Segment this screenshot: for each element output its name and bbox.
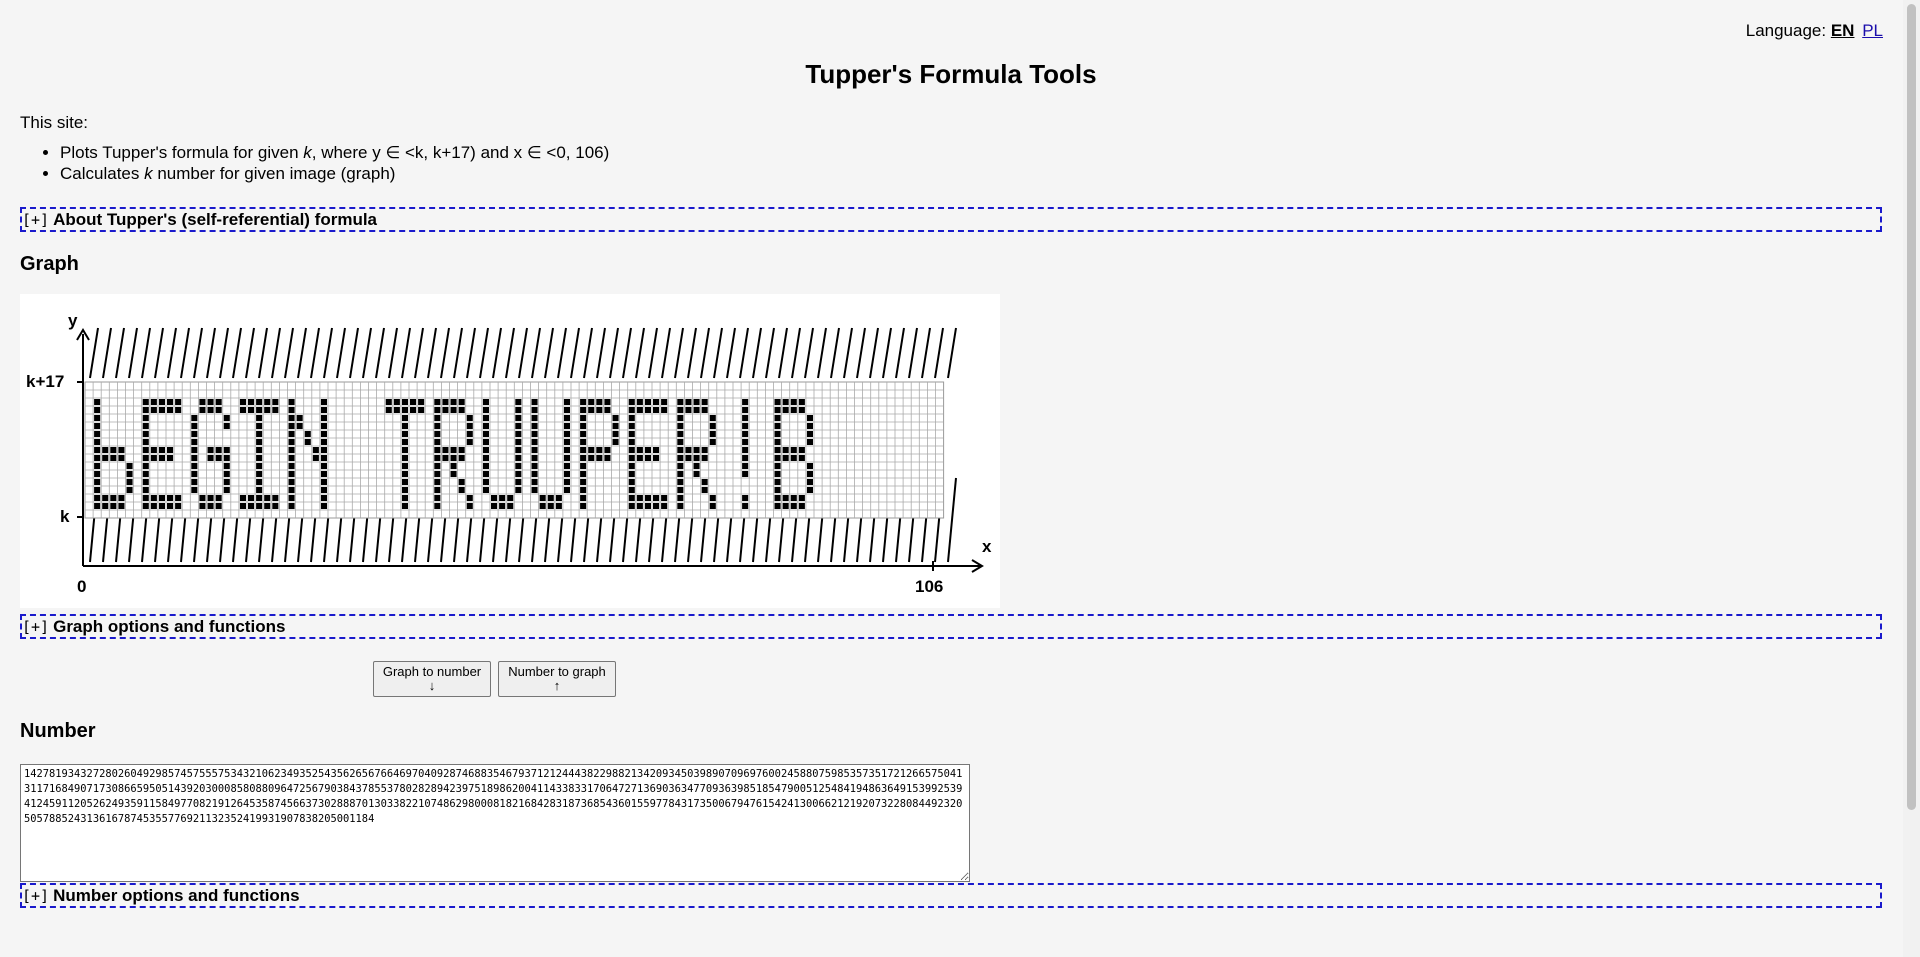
graph-options-label: Graph options and functions [53,617,286,636]
y-tick-k: k [60,507,70,526]
number-textarea[interactable]: 1427819343272802604929857457555753432106… [20,764,970,882]
page-scrollbar[interactable] [1903,0,1920,957]
arrow-down-icon: ↓ [428,678,436,693]
graph-heading: Graph [20,253,79,275]
feature-list: Plots Tupper's formula for given k, wher… [20,142,609,184]
expand-icon: [+] [22,887,50,905]
feature-calc: Calculates k number for given image (gra… [60,163,609,184]
arrow-up-icon: ↑ [553,678,561,693]
expand-icon: [+] [22,618,50,636]
hatch-top [89,327,957,379]
x-axis-label: x [982,537,992,556]
pixel-grid [84,381,945,519]
intro-text: This site: [20,113,89,132]
scrollbar-thumb[interactable] [1907,4,1916,810]
language-switcher: Language: EN PL [1746,21,1883,41]
y-axis-label: y [68,311,78,330]
about-section-label: About Tupper's (self-referential) formul… [53,210,378,229]
number-to-graph-button[interactable]: Number to graph ↑ [498,661,616,697]
graph-options-toggle[interactable]: [+] Graph options and functions [20,614,1882,639]
number-heading: Number [20,720,96,742]
graph-to-number-button[interactable]: Graph to number ↓ [373,661,491,697]
x-tick-106: 106 [915,577,943,596]
language-option-en[interactable]: EN [1831,21,1855,40]
language-label: Language: [1745,21,1827,40]
number-options-toggle[interactable]: [+] Number options and functions [20,883,1882,908]
feature-plot: Plots Tupper's formula for given k, wher… [60,142,609,163]
graph-to-number-label: Graph to number [382,664,482,679]
y-tick-k17: k+17 [26,372,64,391]
about-section-toggle[interactable]: [+] About Tupper's (self-referential) for… [20,207,1882,232]
number-to-graph-label: Number to graph [508,664,606,679]
x-tick-0: 0 [77,577,86,596]
language-option-pl[interactable]: PL [1862,21,1883,40]
page-title: Tupper's Formula Tools [805,59,1097,89]
number-options-label: Number options and functions [53,886,300,905]
expand-icon: [+] [22,211,50,229]
graph-canvas[interactable]: y x k+17 k 0 106 [20,294,1000,608]
